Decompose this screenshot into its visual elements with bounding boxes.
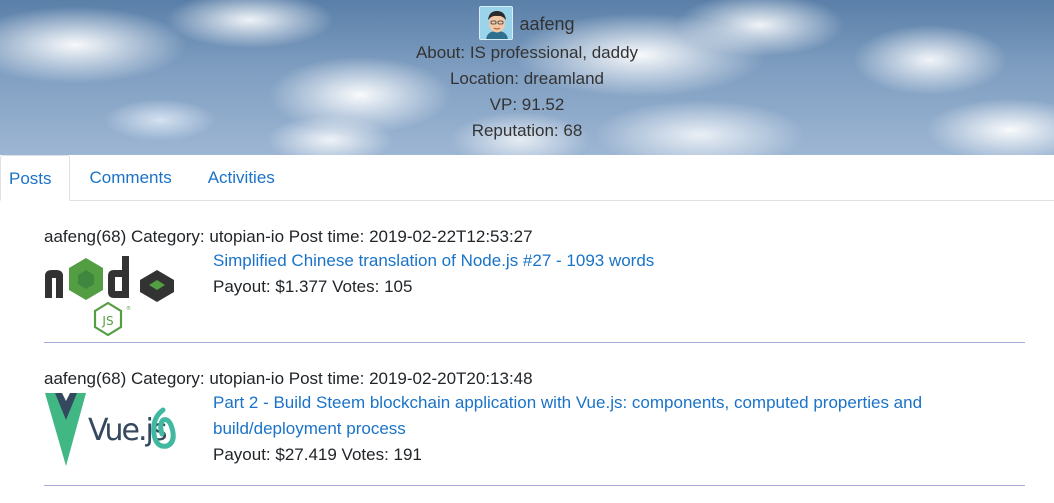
profile-vp: VP: 91.52 [489,95,565,114]
post-title-link[interactable]: Part 2 - Build Steem blockchain applicat… [213,390,993,442]
vuejs-logo-icon[interactable]: Vue.js [44,390,178,480]
profile-username: aafeng [519,14,575,34]
profile-tabs: Posts Comments Activities [0,155,1054,201]
post-meta: aafeng(68) Category: utopian-io Post tim… [44,369,533,388]
svg-text:JS: JS [101,314,113,328]
tab-comments[interactable]: Comments [82,155,180,201]
profile-location: Location: dreamland [449,69,605,88]
profile-about: About: IS professional, daddy [415,43,639,62]
profile-header: aafeng About: IS professional, daddy Loc… [0,0,1054,155]
avatar[interactable] [479,6,514,40]
tab-activities[interactable]: Activities [200,155,283,201]
post-stats: Payout: $1.377 Votes: 105 [213,277,413,296]
post-title-link[interactable]: Simplified Chinese translation of Node.j… [213,248,993,274]
post-meta: aafeng(68) Category: utopian-io Post tim… [44,227,533,246]
post-info: Part 2 - Build Steem blockchain applicat… [213,390,993,468]
post-info: Simplified Chinese translation of Node.j… [213,248,993,300]
profile-reputation: Reputation: 68 [471,121,583,140]
tab-posts[interactable]: Posts [0,155,70,201]
nodejs-logo-icon[interactable]: JS ® [44,248,178,338]
svg-text:®: ® [126,305,131,312]
post-item: aafeng(68) Category: utopian-io Post tim… [44,368,1025,466]
post-item: aafeng(68) Category: utopian-io Post tim… [44,226,1025,337]
post-divider [44,342,1025,343]
profile-name-row: aafeng [0,6,1054,40]
post-stats: Payout: $27.419 Votes: 191 [213,445,422,464]
post-divider [44,485,1025,486]
